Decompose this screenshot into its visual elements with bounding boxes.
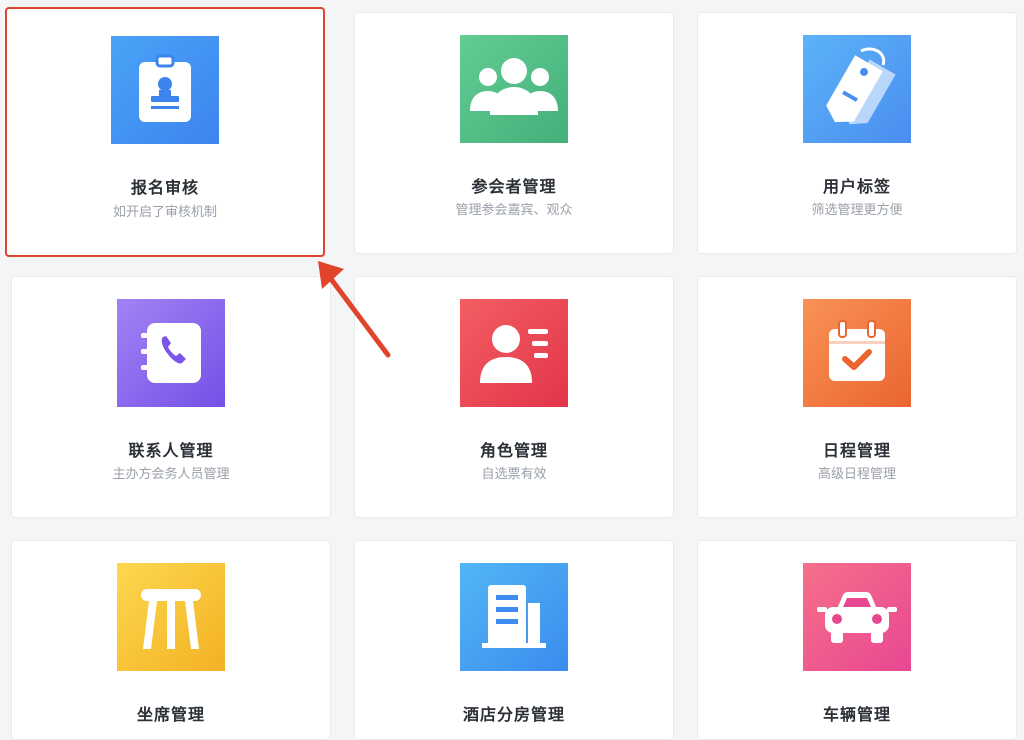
- card-title: 坐席管理: [136, 705, 205, 724]
- card-hotel-room-management[interactable]: 酒店分房管理: [354, 540, 674, 740]
- card-user-tags[interactable]: 用户标签 筛选管理更方便: [697, 12, 1017, 254]
- phone-book-icon: [117, 299, 225, 407]
- card-title: 联系人管理: [128, 441, 214, 460]
- card-title: 报名审核: [130, 178, 199, 197]
- tags-icon: [803, 35, 911, 143]
- card-subtitle: 如开启了审核机制: [112, 205, 217, 220]
- card-seating-management[interactable]: 坐席管理: [11, 540, 331, 740]
- card-role-management[interactable]: 角色管理 自选票有效: [354, 276, 674, 518]
- card-vehicle-management[interactable]: 车辆管理: [697, 540, 1017, 740]
- group-icon: [460, 35, 568, 143]
- stool-icon: [117, 563, 225, 671]
- calendar-check-icon: [803, 299, 911, 407]
- car-icon: [803, 563, 911, 671]
- card-title: 车辆管理: [822, 705, 891, 724]
- card-contact-management[interactable]: 联系人管理 主办方会务人员管理: [11, 276, 331, 518]
- id-badge-icon: [111, 36, 219, 144]
- card-title: 日程管理: [822, 441, 891, 460]
- building-icon: [460, 563, 568, 671]
- card-subtitle: 主办方会务人员管理: [112, 467, 230, 482]
- user-list-icon: [460, 299, 568, 407]
- card-registration-review[interactable]: 报名审核 如开启了审核机制: [5, 7, 325, 257]
- feature-grid: 报名审核 如开启了审核机制 参会者管理 管理参会嘉宾、观众 用户标签 筛选管理更…: [0, 0, 1024, 740]
- card-attendee-management[interactable]: 参会者管理 管理参会嘉宾、观众: [354, 12, 674, 254]
- card-subtitle: 管理参会嘉宾、观众: [455, 203, 573, 218]
- card-title: 角色管理: [479, 441, 548, 460]
- card-subtitle: 自选票有效: [481, 467, 547, 482]
- card-title: 用户标签: [822, 177, 891, 196]
- card-schedule-management[interactable]: 日程管理 高级日程管理: [697, 276, 1017, 518]
- card-subtitle: 筛选管理更方便: [811, 203, 903, 218]
- card-title: 酒店分房管理: [462, 705, 565, 724]
- card-title: 参会者管理: [471, 177, 557, 196]
- card-subtitle: 高级日程管理: [817, 467, 896, 482]
